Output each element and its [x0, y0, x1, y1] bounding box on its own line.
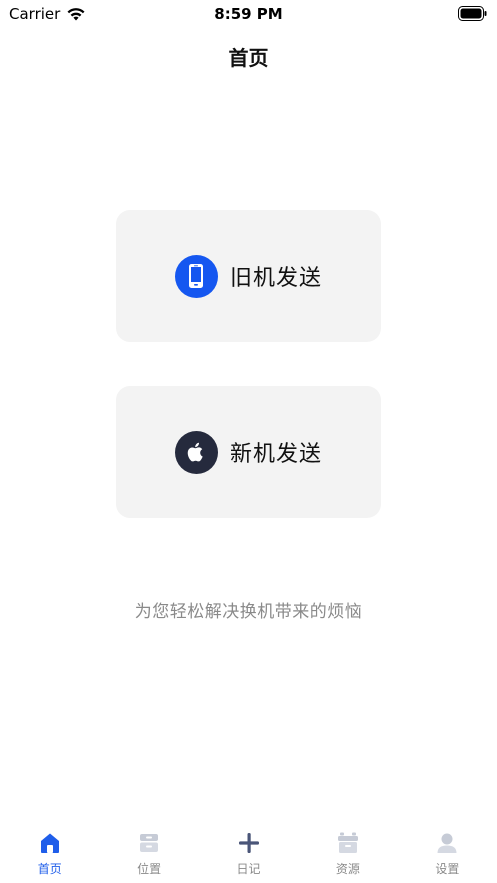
tab-settings-label: 设置 [435, 862, 460, 876]
tab-location[interactable]: 位置 [99, 820, 198, 883]
plus-icon [236, 830, 262, 856]
archive-icon [335, 830, 361, 856]
page-title: 首页 [228, 46, 269, 70]
tab-resources-label: 资源 [335, 862, 360, 876]
battery-icon [458, 6, 487, 21]
tab-resources[interactable]: 资源 [298, 820, 397, 883]
old-device-send-label: 旧机发送 [229, 266, 322, 291]
tab-diary[interactable]: 日记 [199, 820, 298, 883]
tab-diary-label: 日记 [236, 862, 261, 876]
phone-icon [174, 254, 218, 298]
box-icon [136, 830, 162, 856]
status-time: 8:59 PM [214, 5, 283, 23]
new-device-send-label: 新机发送 [229, 442, 322, 467]
tab-bar: 首页 位置 日记 资源 设置 [0, 820, 497, 883]
new-device-send-button[interactable]: 新机发送 [116, 386, 381, 518]
tab-location-label: 位置 [137, 862, 162, 876]
tab-home[interactable]: 首页 [0, 820, 99, 883]
tab-settings[interactable]: 设置 [398, 820, 497, 883]
tagline: 为您轻松解决换机带来的烦恼 [134, 602, 363, 622]
old-device-send-button[interactable]: 旧机发送 [116, 210, 381, 342]
apple-icon [174, 430, 218, 474]
screen: Carrier 8:59 PM 首页 旧机发送 新机发送 为您轻松解决换机带来的… [0, 0, 497, 883]
user-icon [434, 830, 460, 856]
tab-home-label: 首页 [37, 862, 62, 876]
status-bar: Carrier 8:59 PM [0, 0, 497, 28]
home-icon [37, 830, 63, 856]
